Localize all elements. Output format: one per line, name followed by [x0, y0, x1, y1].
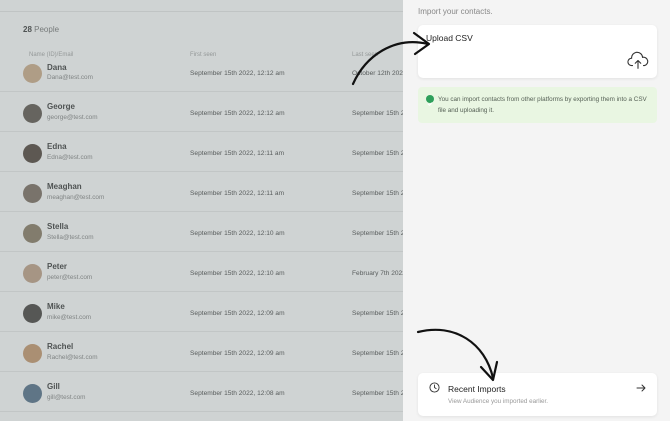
- recent-imports-title: Recent Imports: [448, 384, 506, 394]
- modal-backdrop[interactable]: [0, 0, 403, 421]
- import-panel: Import your contacts. Upload CSV You can…: [403, 0, 670, 421]
- arrow-right-icon[interactable]: [636, 383, 646, 393]
- panel-intro: Import your contacts.: [418, 7, 493, 16]
- upload-csv-card[interactable]: Upload CSV: [418, 25, 657, 78]
- upload-csv-title: Upload CSV: [426, 33, 473, 43]
- recent-imports-card[interactable]: Recent Imports View Audience you importe…: [418, 373, 657, 416]
- recent-imports-subtitle: View Audience you imported earlier.: [448, 398, 548, 405]
- clock-icon: [429, 382, 440, 393]
- info-text: You can import contacts from other platf…: [438, 96, 647, 114]
- cloud-upload-icon: [627, 51, 649, 69]
- check-circle-icon: [426, 95, 434, 106]
- people-list: 28 People Name (ID)/Email First seen Las…: [0, 0, 403, 421]
- info-alert: You can import contacts from other platf…: [418, 87, 657, 123]
